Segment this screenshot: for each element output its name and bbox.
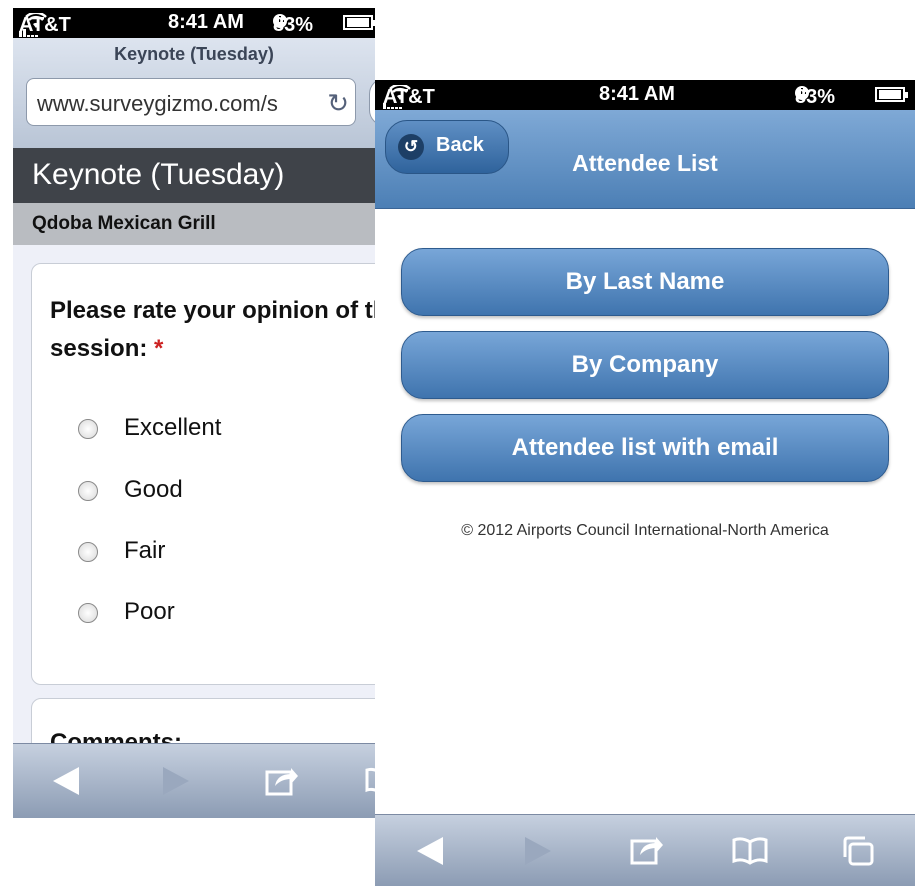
attendee-list-email-button[interactable]: Attendee list with email: [401, 414, 889, 482]
battery-charging-icon: [343, 15, 375, 30]
option-label: Fair: [124, 537, 166, 564]
browser-toolbar: [13, 743, 375, 818]
battery-percent: 83%: [795, 86, 836, 108]
radio-button[interactable]: [78, 542, 98, 562]
survey-header: Keynote (Tuesday): [13, 148, 375, 203]
survey-subheader: Qdoba Mexican Grill: [13, 203, 375, 245]
clock: 8:41 AM: [599, 83, 675, 105]
share-icon[interactable]: [265, 764, 299, 796]
option-label: Poor: [124, 598, 175, 625]
status-bar: AT&T 8:41 AM 83%: [13, 8, 375, 38]
address-bar: Keynote (Tuesday) www.surveygizmo.com/s …: [13, 38, 375, 149]
attendee-list-screen: AT&T 8:41 AM 83% ↺ Back Attendee List By…: [375, 80, 915, 886]
url-text: www.surveygizmo.com/s: [37, 91, 278, 116]
required-mark: *: [154, 335, 164, 362]
radio-button[interactable]: [78, 481, 98, 501]
battery-percent: 83%: [273, 14, 314, 36]
question-card: Please rate your opinion of this session…: [31, 263, 375, 685]
nav-title: Attendee List: [572, 150, 718, 176]
option-label: Good: [124, 476, 183, 503]
page-title: Keynote (Tuesday): [114, 44, 274, 64]
reload-icon[interactable]: ↻: [327, 88, 349, 119]
question-label: Please rate your opinion of this session…: [50, 297, 375, 362]
clock: 8:41 AM: [168, 11, 244, 33]
nav-bar: ↺ Back Attendee List: [375, 110, 915, 209]
option-label: Excellent: [124, 414, 222, 441]
share-icon[interactable]: [630, 833, 664, 865]
browser-toolbar: [375, 814, 915, 886]
by-company-button[interactable]: By Company: [401, 331, 889, 399]
carrier-label: AT&T: [19, 14, 71, 36]
battery-charging-icon: [875, 87, 908, 102]
url-field[interactable]: www.surveygizmo.com/s ↻: [26, 78, 356, 126]
copyright-footer: © 2012 Airports Council International-No…: [461, 522, 829, 539]
signal-carrier: AT&T: [19, 11, 71, 37]
carrier-label: AT&T: [383, 86, 435, 108]
forward-arrow-icon[interactable]: [163, 767, 189, 795]
forward-arrow-icon[interactable]: [525, 837, 551, 865]
status-bar: AT&T 8:41 AM 83%: [375, 80, 915, 110]
back-arrow-icon[interactable]: [53, 767, 79, 795]
by-last-name-button[interactable]: By Last Name: [401, 248, 889, 316]
survey-screen: AT&T 8:41 AM 83% Keynote (Tuesday) www.s…: [13, 8, 375, 818]
bookmarks-icon[interactable]: [365, 766, 375, 794]
radio-button[interactable]: [78, 419, 98, 439]
bookmarks-icon[interactable]: [731, 835, 769, 865]
radio-button[interactable]: [78, 603, 98, 623]
question-text: Please rate your opinion of this session…: [50, 292, 375, 368]
tabs-icon[interactable]: [841, 835, 875, 867]
back-arrow-icon[interactable]: [417, 837, 443, 865]
signal-carrier: AT&T: [383, 83, 435, 109]
